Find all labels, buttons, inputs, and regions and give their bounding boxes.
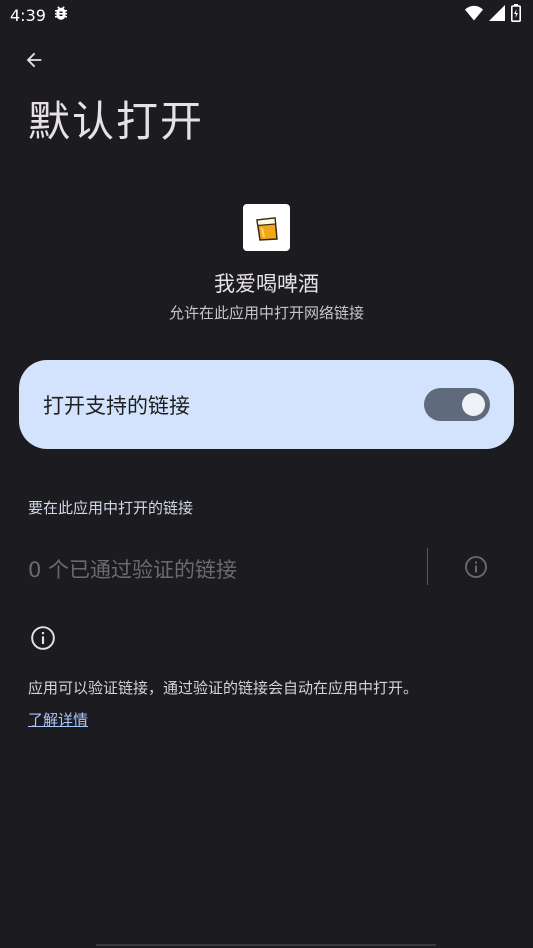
status-right xyxy=(465,4,521,26)
links-section-header: 要在此应用中打开的链接 xyxy=(28,499,194,517)
toggle-label: 打开支持的链接 xyxy=(43,393,190,418)
learn-more-link[interactable]: 了解详情 xyxy=(28,709,88,730)
open-supported-links-toggle-row[interactable]: 打开支持的链接 xyxy=(19,360,514,449)
info-icon xyxy=(30,625,56,651)
divider xyxy=(427,548,428,585)
page-title: 默认打开 xyxy=(28,97,205,146)
wifi-icon xyxy=(465,5,483,25)
status-time: 4:39 xyxy=(10,5,46,25)
verified-links-count: 0 个已通过验证的链接 xyxy=(28,558,238,582)
status-left: 4:39 xyxy=(10,4,70,26)
gesture-navigation-bar[interactable] xyxy=(96,944,436,946)
verified-links-row[interactable]: 0 个已通过验证的链接 xyxy=(0,540,533,594)
status-bar: 4:39 xyxy=(0,0,533,30)
cellular-signal-icon xyxy=(489,5,505,25)
beer-app-icon xyxy=(243,204,290,251)
app-name: 我爱喝啤酒 xyxy=(214,272,319,296)
battery-charging-icon xyxy=(511,4,521,26)
switch-knob xyxy=(462,393,485,416)
bug-icon xyxy=(52,4,70,26)
footer-description: 应用可以验证链接，通过验证的链接会自动在应用中打开。 xyxy=(28,679,419,697)
app-subtitle: 允许在此应用中打开网络链接 xyxy=(168,304,364,322)
open-supported-links-switch[interactable] xyxy=(424,388,490,421)
info-icon[interactable] xyxy=(463,554,489,580)
arrow-back-icon xyxy=(23,49,45,75)
back-button[interactable] xyxy=(14,44,54,80)
